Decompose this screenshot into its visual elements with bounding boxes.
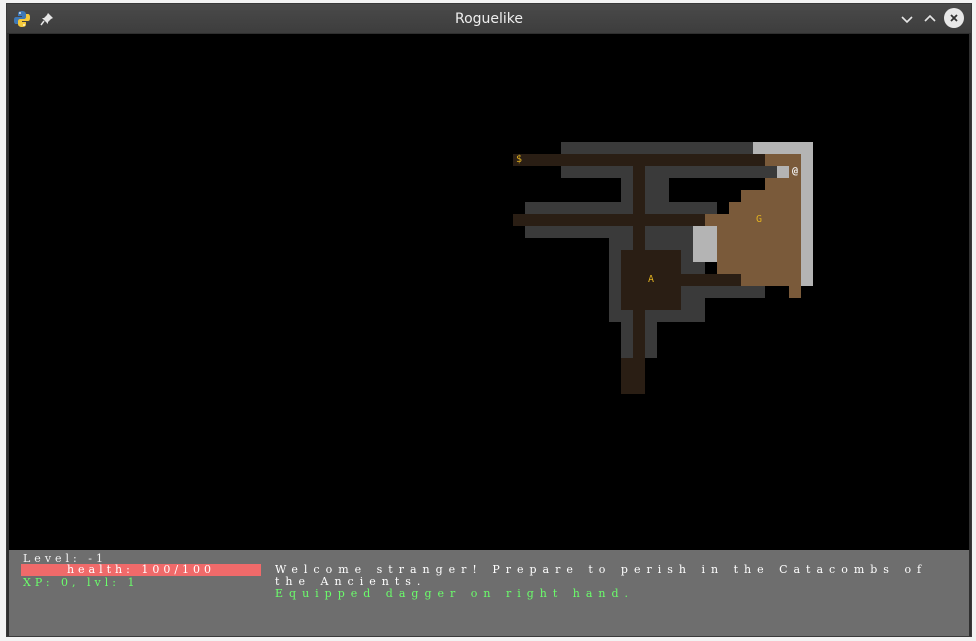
wall-tile: [621, 178, 669, 202]
player-glyph: @: [791, 166, 799, 177]
lit-wall-tile: [801, 142, 813, 286]
health-bar: health: 100/100: [21, 563, 261, 576]
floor-tile: [513, 214, 717, 226]
floor-tile: [513, 154, 765, 166]
lit-floor-tile: [717, 226, 801, 262]
wall-tile: [525, 226, 693, 238]
window-title: Roguelike: [454, 11, 524, 27]
close-icon[interactable]: [944, 8, 964, 28]
status-panel: Level: -1 health: 100/100 XP: 0, lvl: 1 …: [9, 550, 969, 636]
game-map-viewport[interactable]: $ @ G A: [9, 34, 969, 550]
wall-tile: [561, 142, 753, 154]
message-line: Welcome stranger! Prepare to perish in t…: [275, 563, 928, 588]
lit-floor-tile: [741, 274, 801, 286]
xp-label: XP: 0, lvl: 1: [23, 576, 139, 589]
lit-floor-tile: [789, 286, 801, 298]
ancient-glyph: A: [647, 274, 655, 285]
gold-pile-glyph: $: [515, 154, 523, 165]
floor-tile: [681, 274, 741, 286]
lit-floor-tile: [717, 262, 801, 274]
floor-tile: [633, 166, 645, 250]
message-log: Welcome stranger! Prepare to perish in t…: [275, 564, 955, 600]
lit-wall-tile: [693, 226, 717, 262]
maximize-icon[interactable]: [920, 9, 940, 29]
lit-floor-tile: [729, 202, 801, 214]
app-window: Roguelike $ @ G A Level: -1 health: 100/…: [6, 3, 972, 637]
floor-tile: [621, 358, 645, 394]
lit-floor-tile: [765, 154, 801, 166]
wall-tile: [561, 166, 777, 178]
message-line: Equipped dagger on right hand.: [275, 587, 635, 600]
goblin-glyph: G: [755, 214, 763, 225]
lit-floor-tile: [765, 178, 801, 190]
health-text: health: 100/100: [66, 563, 216, 576]
minimize-icon[interactable]: [897, 9, 917, 29]
title-bar[interactable]: Roguelike: [7, 4, 971, 33]
wall-tile: [525, 202, 717, 214]
lit-wall-tile: [777, 166, 789, 178]
lit-floor-tile: [741, 190, 801, 202]
